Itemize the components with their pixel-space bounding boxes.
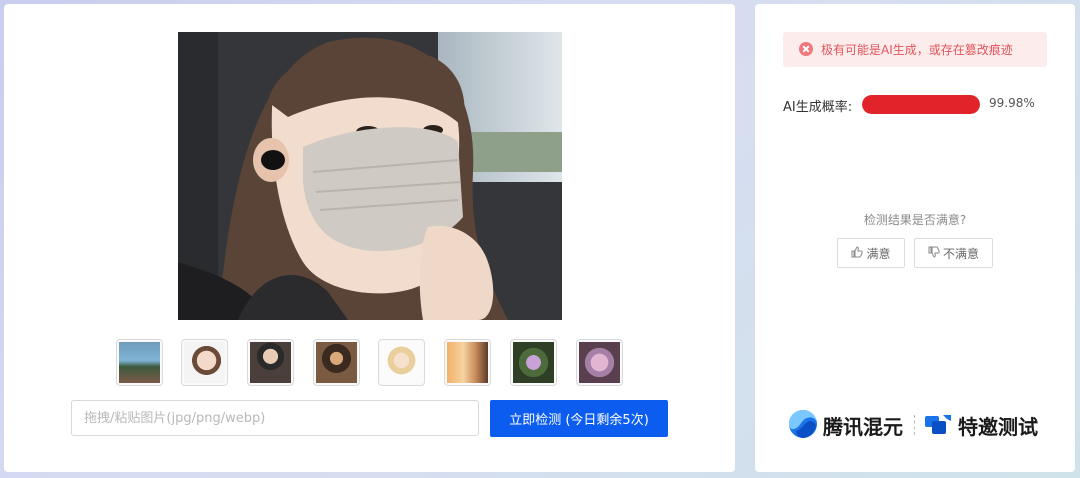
detect-button[interactable]: 立即检测 (今日剩余5次) [490, 400, 668, 437]
hunyuan-logo-icon [788, 409, 818, 439]
sample-thumbnails [116, 339, 626, 387]
feedback-question: 检测结果是否满意? [863, 213, 967, 227]
satisfied-button[interactable]: 满意 [837, 238, 905, 268]
invite-badge-icon [923, 413, 953, 437]
thumbnail[interactable] [247, 339, 294, 386]
result-alert: 极有可能是AI生成，或存在篡改痕迹 [783, 32, 1047, 67]
probability-bar [862, 95, 980, 114]
probability-bar-fill [862, 95, 980, 114]
thumbnail[interactable] [181, 339, 228, 386]
result-panel: 极有可能是AI生成，或存在篡改痕迹 AI生成概率: 99.98% 检测结果是否满… [755, 4, 1075, 472]
thumbs-up-icon [851, 245, 864, 261]
detection-input-panel: 立即检测 (今日剩余5次) [4, 4, 735, 472]
probability-label: AI生成概率: [783, 100, 853, 115]
satisfied-label: 满意 [866, 246, 891, 261]
thumbnail[interactable] [510, 339, 557, 386]
close-circle-icon [799, 42, 813, 56]
thumbs-down-icon [928, 246, 940, 261]
uploaded-image-preview [178, 32, 562, 320]
thumbnail[interactable] [576, 339, 623, 386]
brand-footer: 腾讯混元 特邀测试 [788, 407, 1048, 441]
alert-text: 极有可能是AI生成，或存在篡改痕迹 [821, 43, 1013, 57]
thumbnail[interactable] [116, 339, 163, 386]
thumbnail[interactable] [444, 339, 491, 386]
brand-divider [914, 415, 915, 435]
thumbnail[interactable] [313, 339, 360, 386]
unsatisfied-button[interactable]: 不满意 [914, 238, 993, 268]
unsatisfied-label: 不满意 [942, 246, 979, 261]
probability-value: 99.98% [989, 96, 1035, 110]
brand-name: 腾讯混元 [823, 415, 903, 439]
thumbnail[interactable] [378, 339, 425, 386]
invite-text: 特邀测试 [958, 415, 1038, 439]
image-upload-input[interactable] [71, 400, 479, 436]
